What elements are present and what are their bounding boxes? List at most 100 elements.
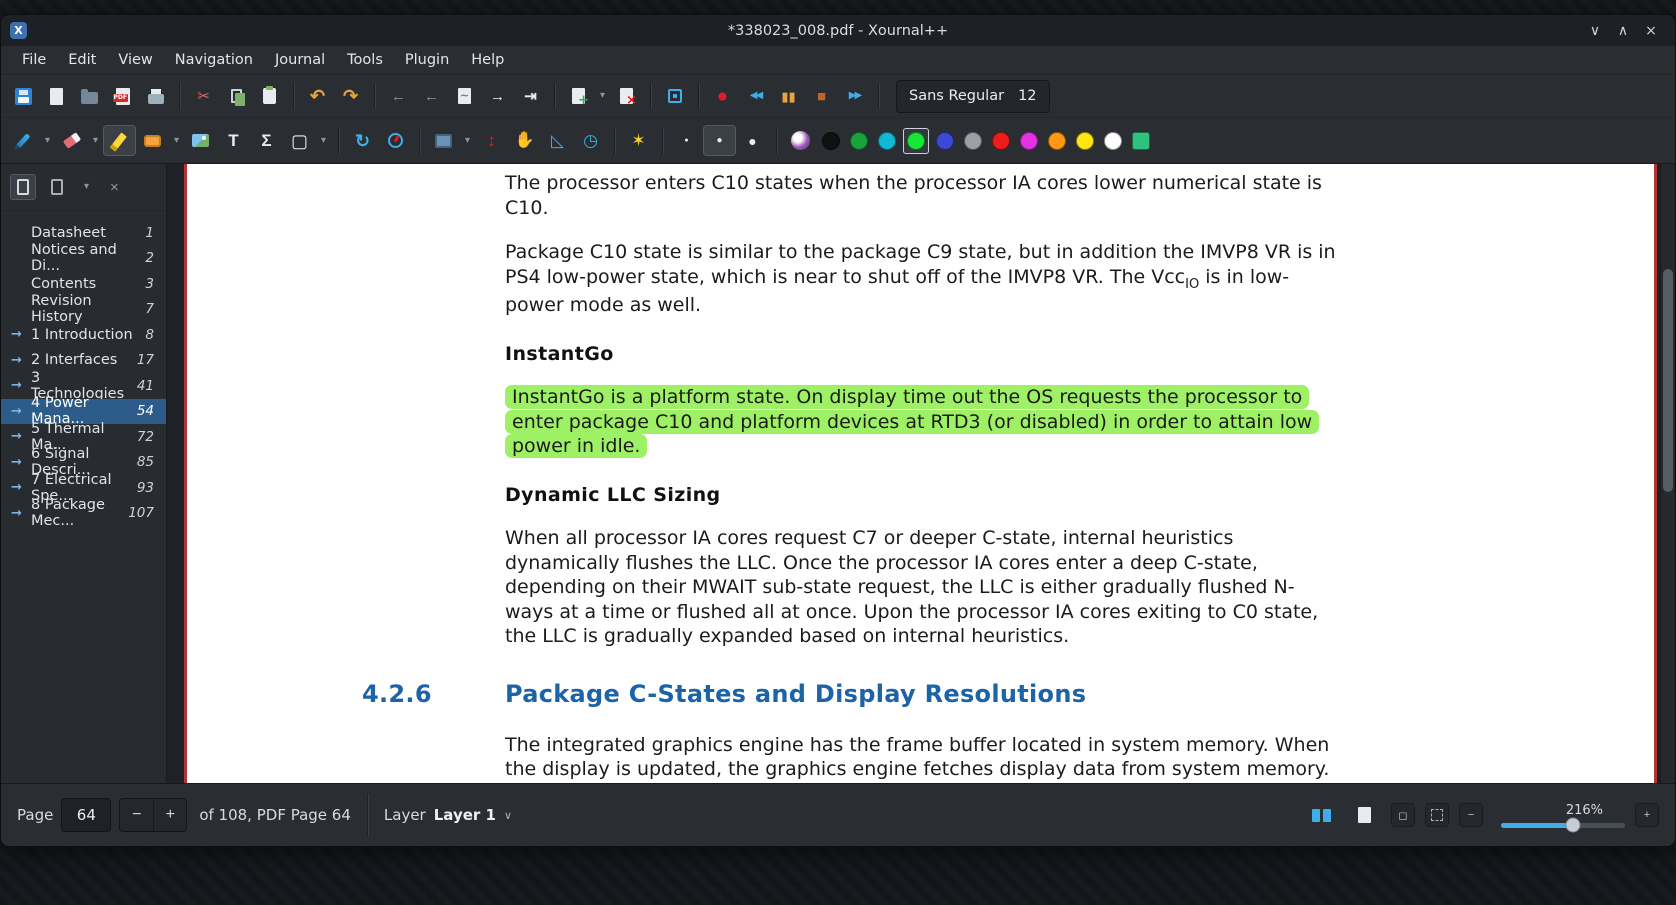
- snap-rotation-button[interactable]: ↻: [346, 125, 379, 156]
- menu-journal[interactable]: Journal: [264, 48, 336, 72]
- vertical-scrollbar[interactable]: [1660, 164, 1675, 783]
- image-tool-button[interactable]: [184, 125, 217, 156]
- record-button[interactable]: ●: [706, 81, 739, 112]
- menu-file[interactable]: File: [11, 48, 57, 72]
- thickness-medium-button[interactable]: ●: [703, 125, 736, 156]
- zoom-fit-button[interactable]: [1425, 803, 1449, 827]
- shape-recognizer-button[interactable]: ✶: [622, 125, 655, 156]
- heading-dynamic-llc: Dynamic LLC Sizing: [505, 483, 721, 506]
- select-rectangle-dropdown[interactable]: ▾: [460, 125, 475, 156]
- add-page-dropdown[interactable]: ▾: [595, 81, 610, 112]
- toc-item-notices[interactable]: Notices and Di... 2: [1, 242, 166, 274]
- font-selector[interactable]: Sans Regular 12: [896, 79, 1050, 113]
- zoom-out-button[interactable]: −: [1459, 803, 1483, 827]
- color-black[interactable]: [822, 131, 840, 150]
- shape-tool-dropdown[interactable]: ▾: [316, 125, 331, 156]
- menu-help[interactable]: Help: [460, 48, 515, 72]
- sidebar-close-button[interactable]: ×: [104, 176, 125, 199]
- menu-view[interactable]: View: [107, 48, 163, 72]
- last-page-button[interactable]: ⇥: [514, 81, 547, 112]
- annotated-page-button[interactable]: [448, 81, 481, 112]
- annotated-page-icon: [458, 88, 471, 104]
- close-button[interactable]: ×: [1639, 20, 1663, 42]
- pen-tool-dropdown[interactable]: ▾: [40, 125, 55, 156]
- snap-grid-button[interactable]: [379, 125, 412, 156]
- setsquare-button[interactable]: ◺: [541, 125, 574, 156]
- pen-tool-button[interactable]: [7, 125, 40, 156]
- menu-tools[interactable]: Tools: [336, 48, 394, 72]
- layer-selector[interactable]: Layer 1 ∨: [434, 806, 512, 824]
- cut-button[interactable]: ✂: [187, 81, 220, 112]
- export-pdf-button[interactable]: [106, 81, 139, 112]
- previous-page-button[interactable]: ←: [415, 81, 448, 112]
- eraser-tool-button[interactable]: [55, 125, 88, 156]
- dual-page-view-button[interactable]: [1305, 800, 1338, 831]
- open-button[interactable]: [73, 81, 106, 112]
- print-button[interactable]: [139, 81, 172, 112]
- new-file-button[interactable]: [40, 81, 73, 112]
- pause-button[interactable]: ▮▮: [772, 81, 805, 112]
- color-green-square[interactable]: [1132, 131, 1150, 150]
- delete-page-button[interactable]: [610, 81, 643, 112]
- redo-button[interactable]: ↷: [334, 81, 367, 112]
- vertical-space-button[interactable]: ↕: [475, 125, 508, 156]
- color-green[interactable]: [850, 131, 868, 150]
- tex-tool-button[interactable]: Σ: [250, 125, 283, 156]
- selection-tool-dropdown[interactable]: ▾: [169, 125, 184, 156]
- paste-button[interactable]: [253, 81, 286, 112]
- color-yellow[interactable]: [1076, 131, 1094, 150]
- toc-item-introduction[interactable]: → 1 Introduction 8: [1, 322, 166, 348]
- page-decrement-button[interactable]: −: [120, 799, 153, 831]
- xournalpp-window: X *338023_008.pdf - Xournal++ ∨ ∧ × File…: [0, 14, 1676, 847]
- thickness-thick-button[interactable]: ●: [736, 125, 769, 156]
- next-page-button[interactable]: →: [481, 81, 514, 112]
- selection-tool-button[interactable]: [136, 125, 169, 156]
- page-increment-button[interactable]: +: [153, 799, 186, 831]
- maximize-button[interactable]: ∧: [1611, 20, 1635, 42]
- menu-edit[interactable]: Edit: [57, 48, 107, 72]
- zoom-in-button[interactable]: +: [1635, 803, 1659, 827]
- hand-tool-button[interactable]: ✋: [508, 125, 541, 156]
- page-number-input[interactable]: 64: [61, 798, 112, 832]
- color-magenta[interactable]: [1020, 131, 1038, 150]
- shape-tool-button[interactable]: ▢: [283, 125, 316, 156]
- copy-button[interactable]: [220, 81, 253, 112]
- toc-item-revision-history[interactable]: Revision History 7: [1, 293, 166, 325]
- color-light-green[interactable]: [907, 131, 925, 150]
- add-page-button[interactable]: [562, 81, 595, 112]
- sidebar-contents-tab[interactable]: [10, 174, 36, 200]
- minimize-button[interactable]: ∨: [1583, 20, 1607, 42]
- color-gray[interactable]: [964, 131, 982, 150]
- scrollbar-thumb[interactable]: [1663, 269, 1673, 493]
- forward-button[interactable]: ▶▶: [838, 81, 871, 112]
- stop-button[interactable]: ■: [805, 81, 838, 112]
- sidebar-preview-tab[interactable]: [45, 175, 69, 199]
- compass-tool-button[interactable]: ◷: [574, 125, 607, 156]
- select-rectangle-button[interactable]: [427, 125, 460, 156]
- color-picker-button[interactable]: [784, 125, 817, 156]
- color-red[interactable]: [992, 131, 1010, 150]
- color-white[interactable]: [1104, 131, 1122, 150]
- save-button[interactable]: [7, 81, 40, 112]
- fullscreen-button[interactable]: [658, 81, 691, 112]
- pdf-canvas[interactable]: The processor enters C10 states when the…: [184, 164, 1657, 783]
- first-page-button[interactable]: ←: [382, 81, 415, 112]
- eraser-tool-dropdown[interactable]: ▾: [88, 125, 103, 156]
- sidebar-dropdown[interactable]: ▾: [78, 178, 95, 196]
- color-cyan[interactable]: [878, 131, 896, 150]
- rewind-button[interactable]: ◀◀: [739, 81, 772, 112]
- toc-item-package-mechanical[interactable]: → 8 Package Mec... 107: [1, 497, 166, 529]
- text-tool-button[interactable]: T: [217, 125, 250, 156]
- chevron-down-icon: ▾: [84, 181, 90, 192]
- color-orange[interactable]: [1048, 131, 1066, 150]
- thickness-fine-button[interactable]: ●: [670, 125, 703, 156]
- zoom-original-button[interactable]: ◻: [1391, 803, 1415, 827]
- zoom-slider-handle[interactable]: [1565, 817, 1581, 833]
- zoom-slider[interactable]: [1501, 817, 1625, 833]
- presentation-view-button[interactable]: [1348, 800, 1381, 831]
- undo-button[interactable]: ↶: [301, 81, 334, 112]
- menu-plugin[interactable]: Plugin: [394, 48, 460, 72]
- menu-navigation[interactable]: Navigation: [164, 48, 264, 72]
- highlighter-tool-button[interactable]: [103, 125, 136, 156]
- color-blue[interactable]: [936, 131, 954, 150]
